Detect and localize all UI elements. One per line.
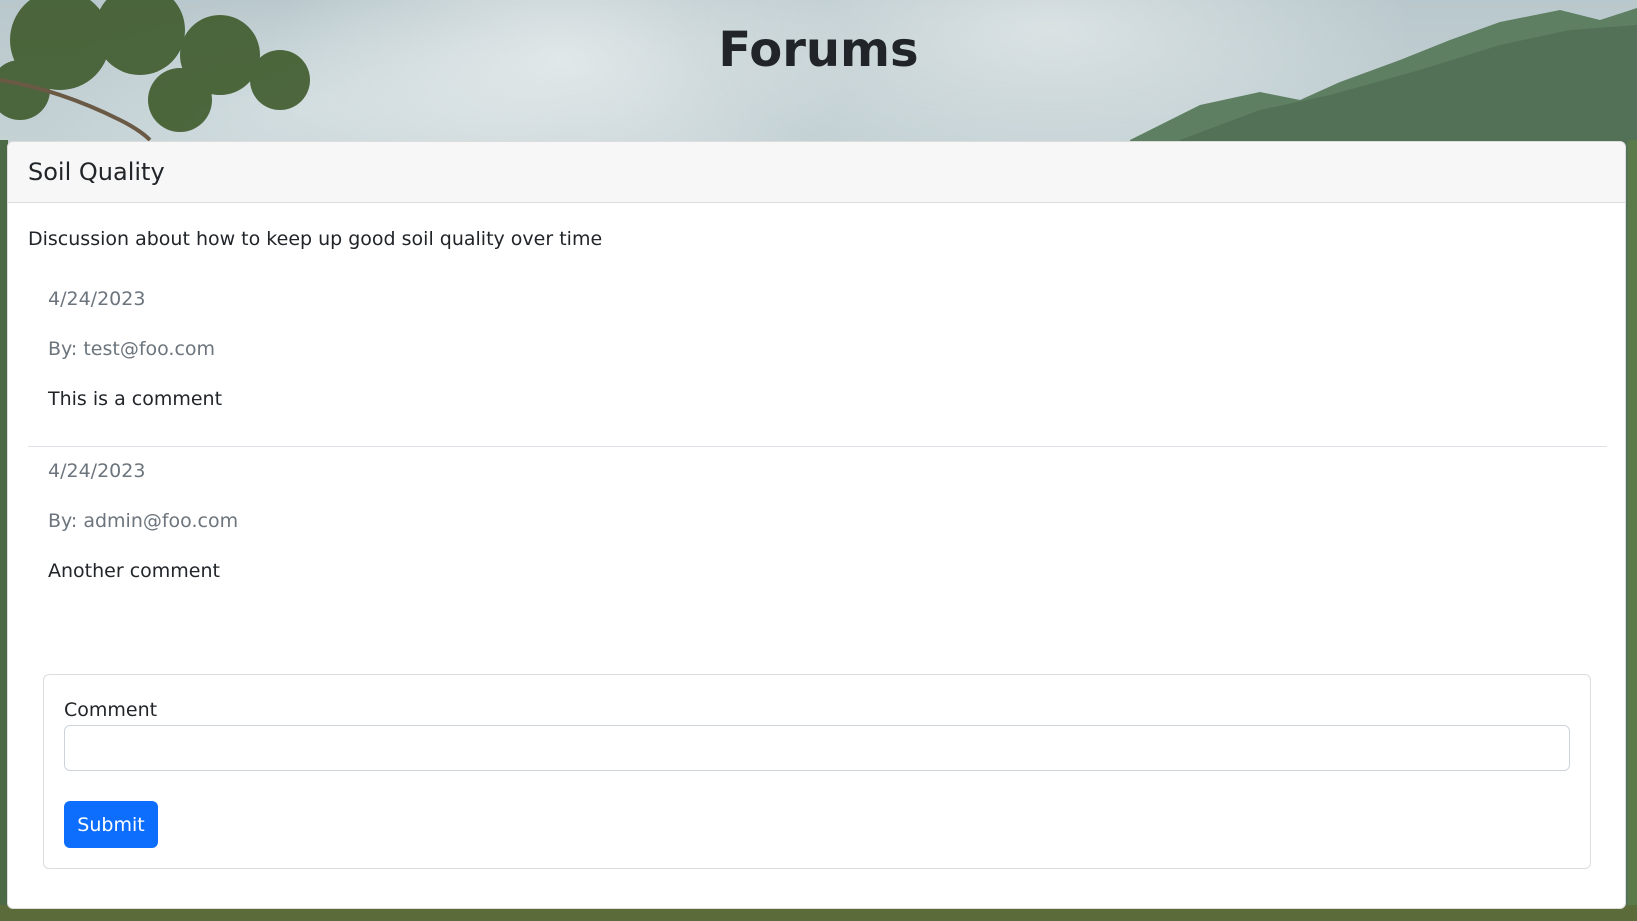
comment-field-label: Comment <box>64 699 158 721</box>
forum-card: Soil Quality Discussion about how to kee… <box>7 141 1626 909</box>
forum-title: Soil Quality <box>28 158 165 186</box>
comment-form: Comment Submit <box>43 674 1591 869</box>
comment-input[interactable] <box>64 725 1570 771</box>
comment-author: By: test@foo.com <box>48 338 216 360</box>
comment-date: 4/24/2023 <box>48 288 146 310</box>
comment-text: This is a comment <box>48 388 223 410</box>
comment-item: 4/24/2023 By: test@foo.com This is a com… <box>28 282 1607 447</box>
comment-date: 4/24/2023 <box>48 460 146 482</box>
comment-text: Another comment <box>48 560 220 582</box>
page-title: Forums <box>718 22 919 78</box>
forum-description: Discussion about how to keep up good soi… <box>28 228 603 250</box>
submit-button[interactable]: Submit <box>64 801 158 848</box>
comment-author: By: admin@foo.com <box>48 510 239 532</box>
forum-card-header: Soil Quality <box>8 142 1625 203</box>
comment-item: 4/24/2023 By: admin@foo.com Another comm… <box>28 447 1607 607</box>
